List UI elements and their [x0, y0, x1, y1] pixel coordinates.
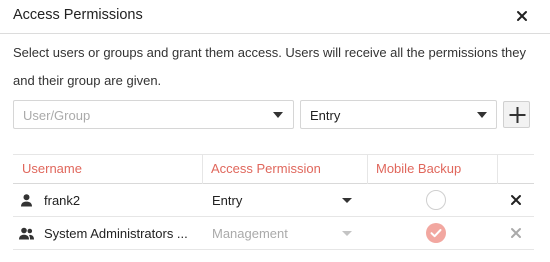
column-divider: [202, 155, 203, 184]
permission-cell: Management: [212, 226, 288, 241]
chevron-down-icon: [342, 231, 352, 236]
remove-icon[interactable]: [510, 194, 522, 206]
description-line-2: and their group are given.: [13, 73, 162, 88]
username-cell: System Administrators ...: [44, 226, 188, 241]
chevron-down-icon: [342, 198, 352, 203]
permission-select[interactable]: Entry: [300, 100, 497, 129]
dialog-header: Access Permissions: [0, 0, 550, 34]
header-access-permission[interactable]: Access Permission: [211, 161, 321, 176]
table-row[interactable]: System Administrators ... Management: [13, 217, 534, 250]
header-mobile-backup[interactable]: Mobile Backup: [376, 161, 461, 176]
username-cell: frank2: [44, 193, 81, 208]
table-row[interactable]: frank2 Entry: [13, 184, 534, 217]
chevron-down-icon: [273, 112, 283, 118]
user-group-select[interactable]: User/Group: [13, 100, 294, 129]
dialog-title: Access Permissions: [13, 7, 143, 23]
check-icon: [430, 229, 442, 238]
group-icon: [19, 227, 34, 240]
column-divider: [367, 155, 368, 184]
close-icon[interactable]: [514, 8, 530, 24]
table-header: Username Access Permission Mobile Backup: [13, 154, 534, 184]
description-line-1: Select users or groups and grant them ac…: [13, 45, 526, 60]
plus-icon: [509, 107, 526, 123]
mobile-backup-checkbox[interactable]: [426, 190, 446, 210]
add-button[interactable]: [503, 101, 530, 128]
permission-select-value: Entry: [310, 108, 341, 123]
user-group-placeholder: User/Group: [23, 108, 91, 123]
column-divider: [497, 155, 498, 184]
permission-cell: Entry: [212, 193, 243, 208]
chevron-down-icon: [477, 112, 487, 118]
header-username[interactable]: Username: [22, 161, 82, 176]
remove-icon[interactable]: [510, 227, 522, 239]
mobile-backup-checkbox[interactable]: [426, 223, 446, 243]
user-icon: [21, 194, 32, 207]
